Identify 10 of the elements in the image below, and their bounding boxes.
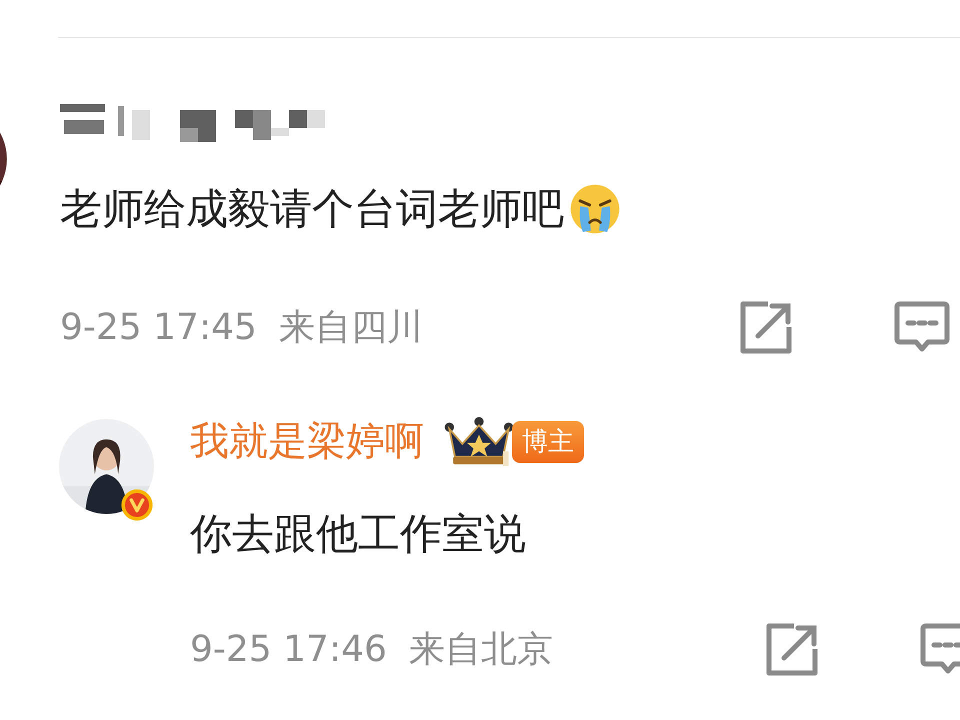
comment-text: 老师给成毅请个台词老师吧 bbox=[60, 183, 564, 235]
blogger-badge: 博主 bbox=[512, 421, 584, 463]
share-icon[interactable] bbox=[764, 622, 820, 678]
share-icon[interactable] bbox=[738, 300, 794, 356]
comment-location: 来自北京 bbox=[408, 628, 553, 672]
author-name[interactable]: 我就是梁婷啊 bbox=[190, 418, 424, 466]
comment-location: 来自四川 bbox=[278, 306, 423, 350]
comment-time: 9-25 17:46 bbox=[190, 628, 387, 672]
comment-text: 你去跟他工作室说 bbox=[190, 508, 526, 560]
comment-time: 9-25 17:45 bbox=[60, 306, 257, 350]
